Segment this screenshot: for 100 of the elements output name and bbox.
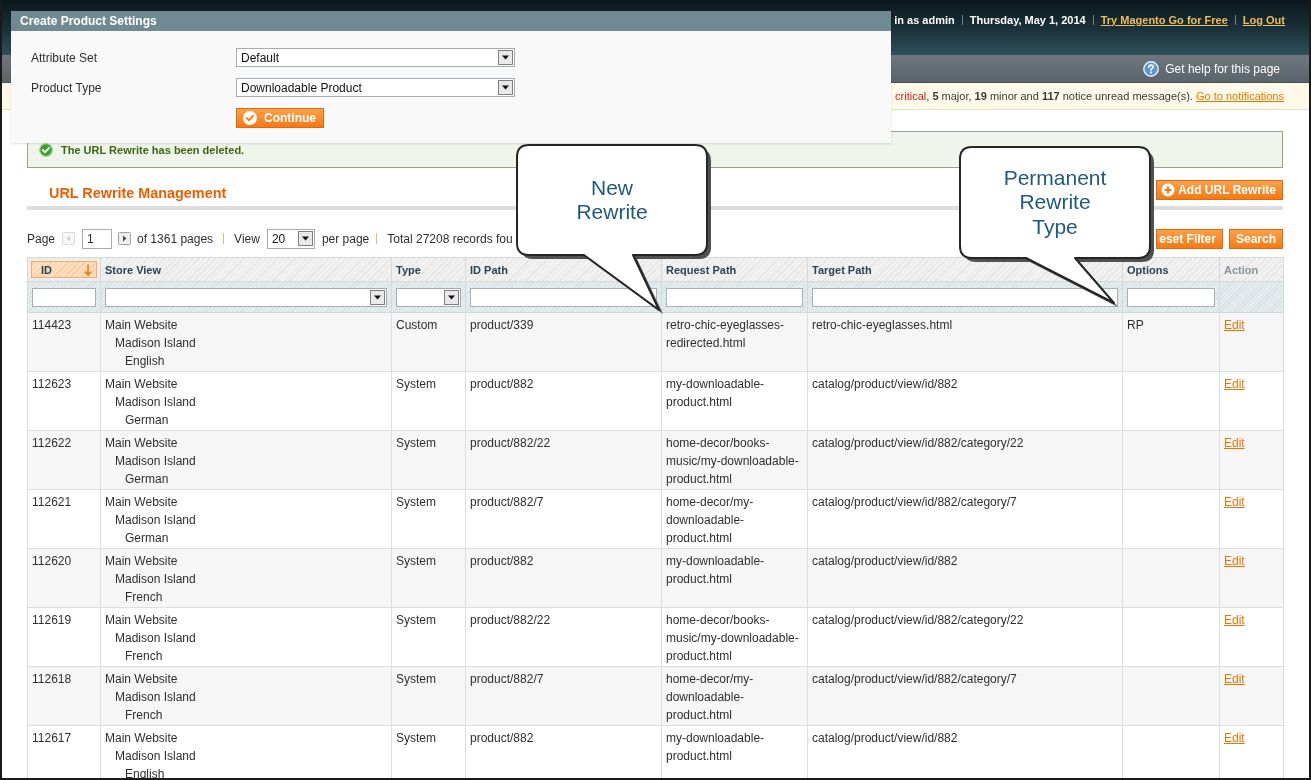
filter-field[interactable] — [32, 287, 96, 307]
row-id: 112620 — [32, 553, 72, 570]
attribute-set-dropdown[interactable]: Default — [236, 48, 515, 67]
edit-link[interactable]: Edit — [1224, 377, 1245, 391]
id-path: product/882/22 — [470, 612, 551, 629]
target-path: catalog/product/view/id/882 — [812, 730, 958, 747]
website-name: Main Website — [105, 435, 178, 452]
store-name: Madison Island — [115, 689, 196, 706]
column-header[interactable]: Store View — [100, 257, 392, 282]
column-header[interactable]: Type — [391, 257, 466, 282]
website-name: Main Website — [105, 671, 178, 688]
store-name: Madison Island — [115, 394, 196, 411]
edit-link[interactable]: Edit — [1224, 495, 1245, 509]
notification-text: , 5 major, 19 minor and 117 notice unread message(s). — [926, 90, 1193, 102]
website-name: Main Website — [105, 494, 178, 511]
website-name: Main Website — [105, 612, 178, 629]
field-label: Product Type — [31, 80, 103, 95]
store-view-name: English — [125, 766, 165, 780]
website-name: Main Website — [105, 553, 178, 570]
target-path: catalog/product/view/id/882 — [812, 376, 958, 393]
filter-field[interactable] — [812, 287, 1118, 307]
id-path: product/882 — [470, 730, 534, 747]
id-path: product/882 — [470, 553, 534, 570]
rewrite-type: System — [396, 730, 436, 747]
id-path: product/882 — [470, 376, 534, 393]
notifications-link[interactable]: Go to notifications — [1195, 90, 1284, 102]
edit-link[interactable]: Edit — [1224, 318, 1245, 332]
request-path: home-decor/books-music/my-downloadable-product.html — [666, 435, 800, 488]
help-icon[interactable] — [1143, 60, 1160, 77]
request-path: home-decor/my-downloadable-product.html — [666, 494, 755, 547]
rewrite-type: System — [396, 612, 436, 629]
filter-field[interactable] — [666, 287, 803, 307]
target-path: catalog/product/view/id/882/category/7 — [812, 494, 1017, 511]
date-text: Thursday, May 1, 2014 — [969, 14, 1086, 26]
row-id: 114423 — [32, 317, 72, 334]
per-page-dropdown[interactable]: 20 — [266, 228, 315, 249]
dialog-title: Create Product Settings — [20, 14, 157, 28]
website-name: Main Website — [105, 730, 178, 747]
request-path: my-downloadable-product.html — [666, 553, 766, 588]
records-total-text: Total 27208 records fou — [387, 231, 513, 246]
rewrite-type: System — [396, 376, 436, 393]
target-path: catalog/product/view/id/882/category/7 — [812, 671, 1017, 688]
edit-link[interactable]: Edit — [1224, 436, 1245, 450]
caret-right-icon[interactable] — [118, 232, 132, 245]
column-header[interactable]: Request Path — [661, 257, 808, 282]
rewrite-type: System — [396, 671, 436, 688]
filter-dropdown[interactable] — [396, 287, 461, 307]
store-view-name: French — [125, 648, 163, 665]
website-name: Main Website — [105, 317, 178, 334]
callout-text: New Rewrite — [575, 175, 649, 225]
edit-link[interactable]: Edit — [1224, 672, 1245, 686]
target-path: catalog/product/view/id/882/category/22 — [812, 612, 1024, 629]
store-name: Madison Island — [115, 512, 196, 529]
page-count-text: of 1361 pages — [137, 231, 214, 246]
logout-link[interactable]: Log Out — [1242, 14, 1285, 26]
edit-link[interactable]: Edit — [1224, 554, 1245, 568]
row-id: 112621 — [32, 494, 72, 511]
page-title: URL Rewrite Management — [48, 184, 227, 203]
request-path: home-decor/my-downloadable-product.html — [666, 671, 755, 724]
website-name: Main Website — [105, 376, 178, 393]
trial-link[interactable]: Try Magento Go for Free — [1100, 14, 1228, 26]
view-label: View — [234, 231, 260, 246]
rewrite-type: System — [396, 553, 436, 570]
callout-text: Permanent Rewrite Type — [1002, 165, 1108, 240]
store-view-name: German — [125, 412, 169, 429]
store-name: Madison Island — [115, 335, 196, 352]
store-name: Madison Island — [115, 571, 196, 588]
target-path: retro-chic-eyeglasses.html — [812, 317, 953, 334]
request-path: retro-chic-eyeglasses-redirected.html — [666, 317, 786, 352]
column-header[interactable]: ID — [27, 257, 101, 282]
product-type-dropdown[interactable]: Downloadable Product — [236, 78, 515, 97]
column-header[interactable]: Options — [1122, 257, 1220, 282]
filter-dropdown[interactable] — [105, 287, 387, 307]
per-page-label: per page — [321, 231, 370, 246]
edit-link[interactable]: Edit — [1224, 731, 1245, 745]
id-path: product/882/22 — [470, 435, 551, 452]
id-path: product/882/7 — [470, 671, 544, 688]
rewrite-type: Custom — [396, 317, 438, 334]
filter-field[interactable] — [1127, 287, 1215, 307]
store-view-name: German — [125, 471, 169, 488]
store-name: Madison Island — [115, 748, 196, 765]
row-id: 112618 — [32, 671, 72, 688]
row-id: 112619 — [32, 612, 72, 629]
id-path: product/882/7 — [470, 494, 544, 511]
store-view-name: French — [125, 707, 163, 724]
row-id: 112622 — [32, 435, 72, 452]
filter-field[interactable] — [470, 287, 657, 307]
rewrite-options: RP — [1127, 316, 1144, 334]
help-link[interactable]: Get help for this page — [1165, 61, 1280, 76]
plus-circle-icon — [1161, 183, 1176, 197]
edit-link[interactable]: Edit — [1224, 613, 1245, 627]
page-number-field[interactable]: 1 — [82, 228, 113, 249]
target-path: catalog/product/view/id/882/category/22 — [812, 435, 1024, 452]
request-path: home-decor/books-music/my-downloadable-product.html — [666, 612, 800, 665]
rewrite-type: System — [396, 494, 436, 511]
user-status-text: in as admin — [894, 14, 955, 26]
store-name: Madison Island — [115, 453, 196, 470]
request-path: my-downloadable-product.html — [666, 376, 766, 411]
check-circle-icon — [243, 111, 257, 125]
store-view-name: English — [125, 353, 165, 370]
